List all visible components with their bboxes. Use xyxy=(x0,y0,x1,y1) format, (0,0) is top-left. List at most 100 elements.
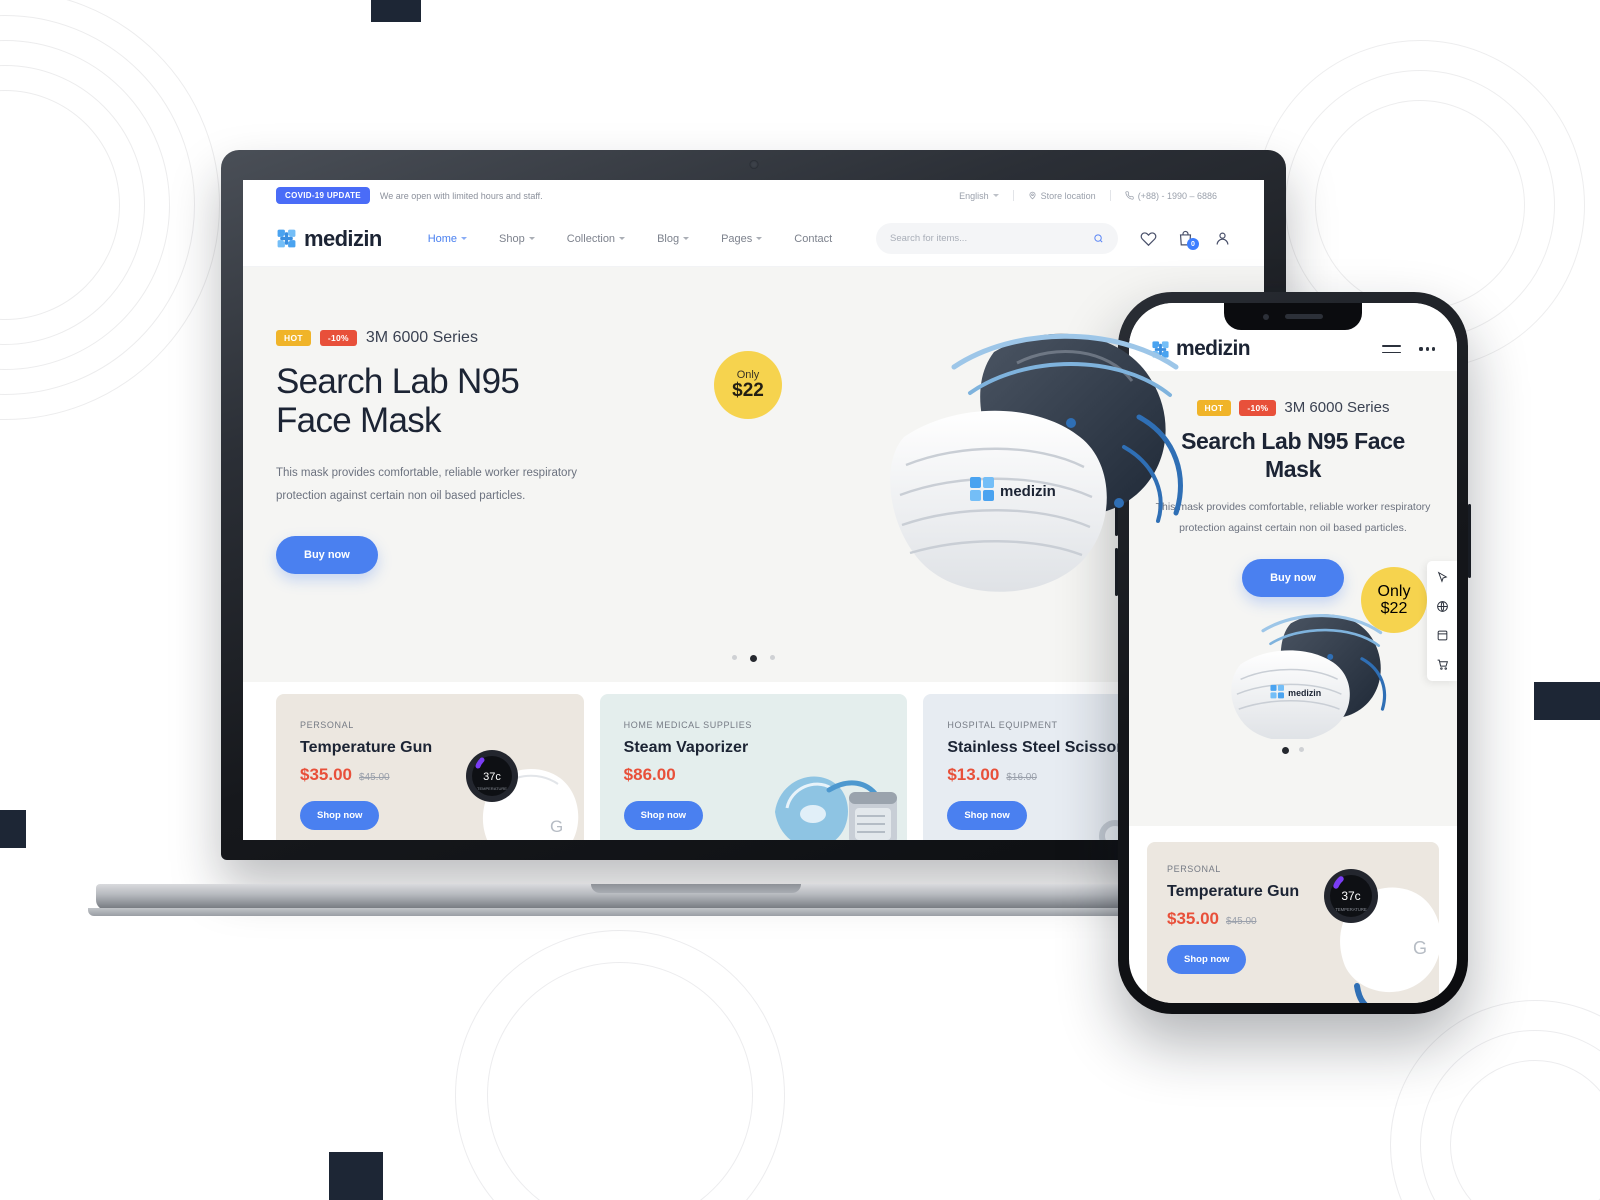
search-box[interactable] xyxy=(876,223,1118,254)
nav-label: Shop xyxy=(499,232,525,245)
nav-label: Blog xyxy=(657,232,680,245)
hero-content: HOT -10% 3M 6000 Series Search Lab N95 F… xyxy=(243,267,673,575)
only-label: Only xyxy=(736,368,760,381)
location-pin-icon xyxy=(1029,191,1036,200)
nav-item-blog[interactable]: Blog xyxy=(641,233,705,245)
shopping-bag-icon[interactable]: 0 xyxy=(1177,230,1199,250)
card-icon[interactable] xyxy=(1436,629,1449,642)
navbar-icon-group: 0 xyxy=(1140,230,1231,250)
search-input[interactable] xyxy=(890,233,1085,244)
decorative-square-top xyxy=(371,0,421,22)
thermometer-gun-illustration: 37c TEMPERATURE G xyxy=(465,750,578,840)
covid-update-message: We are open with limited hours and staff… xyxy=(379,190,543,201)
shopping-cart-icon[interactable] xyxy=(1436,658,1449,671)
user-account-icon[interactable] xyxy=(1214,230,1231,247)
main-menu: Home Shop Collection Blog Pages Contact xyxy=(412,233,876,245)
nav-item-pages[interactable]: Pages xyxy=(705,233,778,245)
phone-shop-now-button[interactable]: Shop now xyxy=(1167,945,1247,974)
topbar-left: COVID-19 UPDATE We are open with limited… xyxy=(276,187,543,204)
laptop-mockup: COVID-19 UPDATE We are open with limited… xyxy=(88,150,1304,916)
shop-now-button[interactable]: Shop now xyxy=(623,801,704,830)
product-old-price: $45.00 xyxy=(1226,916,1257,927)
phone-only-price-badge: Only $22 xyxy=(1361,567,1427,634)
svg-text:37c: 37c xyxy=(483,771,501,783)
phone-speaker xyxy=(1285,314,1323,319)
nav-label: Home xyxy=(427,232,458,245)
store-location-link[interactable]: Store location xyxy=(1014,191,1110,201)
nav-item-collection[interactable]: Collection xyxy=(551,233,641,245)
brand-logo[interactable]: medizin xyxy=(276,226,382,252)
only-price-badge: Only $22 xyxy=(714,351,782,419)
nav-item-contact[interactable]: Contact xyxy=(778,233,848,245)
n95-mask-illustration: medizin xyxy=(890,333,1183,592)
phone-side-toolbar[interactable] xyxy=(1427,561,1457,681)
navbar-actions: 0 xyxy=(876,223,1231,254)
phone-camera-icon xyxy=(1263,313,1269,320)
product-card-temperature-gun[interactable]: PERSONAL Temperature Gun $35.00 $45.00 S… xyxy=(276,694,584,840)
chevron-down-icon xyxy=(528,237,535,240)
nav-label: Pages xyxy=(721,232,753,245)
shop-now-button[interactable]: Shop now xyxy=(947,801,1027,830)
phone-icon xyxy=(1125,191,1134,200)
discount-tag: -10% xyxy=(319,330,357,346)
hero-series-label: 3M 6000 Series xyxy=(365,329,478,346)
globe-icon[interactable] xyxy=(1436,600,1449,613)
laptop-camera xyxy=(749,160,758,169)
topbar-right: English Store location (+88) - 1990 – 68… xyxy=(945,190,1231,201)
nav-item-home[interactable]: Home xyxy=(412,233,483,245)
hamburger-menu-icon[interactable] xyxy=(1382,344,1402,354)
steam-vaporizer-illustration xyxy=(775,776,898,840)
hero-carousel-dots[interactable] xyxy=(243,655,1264,662)
decorative-square-bottom xyxy=(329,1152,383,1200)
more-options-icon[interactable] xyxy=(1419,347,1435,351)
product-card-steam-vaporizer[interactable]: HOME MEDICAL SUPPLIES Steam Vaporizer $8… xyxy=(599,694,908,840)
svg-text:TEMPERATURE: TEMPERATURE xyxy=(477,786,507,791)
thermometer-gun-illustration: 37c TEMPERATURE G xyxy=(1324,869,1439,1003)
hero-banner: HOT -10% 3M 6000 Series Search Lab N95 F… xyxy=(243,267,1264,682)
laptop-screen: COVID-19 UPDATE We are open with limited… xyxy=(243,180,1264,840)
hero-title-line1: Search Lab N95 xyxy=(276,362,520,401)
cursor-pointer-icon[interactable] xyxy=(1436,571,1449,584)
product-card-row: PERSONAL Temperature Gun $35.00 $45.00 S… xyxy=(243,682,1264,840)
chevron-down-icon xyxy=(683,237,690,240)
chevron-down-icon xyxy=(461,237,468,240)
hero-title-line2: Face Mask xyxy=(276,401,442,441)
phone-carousel-dots[interactable] xyxy=(1155,747,1431,755)
phone-product-card-temperature-gun[interactable]: PERSONAL Temperature Gun $35.00 $45.00 S… xyxy=(1147,842,1439,1003)
carousel-dot[interactable] xyxy=(770,655,775,660)
product-price: $35.00 xyxy=(1167,909,1219,928)
language-selector[interactable]: English xyxy=(945,191,1013,201)
decorative-square-right xyxy=(1534,682,1600,720)
only-price: $22 xyxy=(1380,600,1408,618)
chevron-down-icon xyxy=(619,237,626,240)
svg-text:37c: 37c xyxy=(1341,889,1360,903)
phone-number: (+88) - 1990 – 6886 xyxy=(1137,190,1217,201)
carousel-dot-active[interactable] xyxy=(1282,747,1289,755)
search-icon[interactable] xyxy=(1093,233,1104,244)
product-price: $86.00 xyxy=(623,765,676,784)
hero-title: Search Lab N95 Face Mask xyxy=(276,362,673,440)
carousel-dot-active[interactable] xyxy=(750,655,757,662)
only-price: $22 xyxy=(732,379,764,401)
nav-item-shop[interactable]: Shop xyxy=(483,233,551,245)
phone-link[interactable]: (+88) - 1990 – 6886 xyxy=(1111,191,1231,201)
product-price: $35.00 xyxy=(300,765,352,784)
brand-name: medizin xyxy=(304,225,382,251)
heart-icon[interactable] xyxy=(1140,230,1157,247)
laptop-base-notch xyxy=(591,884,801,893)
chevron-down-icon xyxy=(756,237,763,240)
buy-now-button[interactable]: Buy now xyxy=(276,536,378,575)
chevron-down-icon xyxy=(992,194,999,197)
store-location-label: Store location xyxy=(1040,190,1096,201)
phone-notch xyxy=(1224,303,1362,330)
site-navbar: medizin Home Shop Collection Blog Pages … xyxy=(243,211,1264,267)
shop-now-button[interactable]: Shop now xyxy=(300,801,380,830)
svg-text:TEMPERATURE: TEMPERATURE xyxy=(1335,907,1367,912)
website-desktop: COVID-19 UPDATE We are open with limited… xyxy=(243,180,1264,840)
carousel-dot[interactable] xyxy=(732,655,737,660)
laptop-base xyxy=(96,884,1296,910)
product-price: $13.00 xyxy=(947,765,1000,784)
svg-text:medizin: medizin xyxy=(1000,483,1056,500)
site-topbar: COVID-19 UPDATE We are open with limited… xyxy=(243,180,1264,211)
carousel-dot[interactable] xyxy=(1299,747,1304,753)
